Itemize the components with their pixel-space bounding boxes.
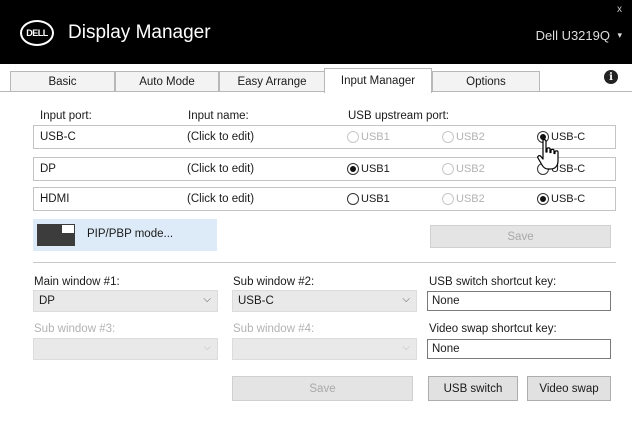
select-value: USB-C [238, 295, 274, 307]
chevron-down-icon: ⌵ [402, 342, 410, 353]
radio-usb2: USB2 [442, 193, 485, 205]
radio-circle [537, 193, 549, 205]
tab-input-manager[interactable]: Input Manager [324, 68, 432, 93]
radio-circle [347, 131, 359, 143]
chevron-down-icon: ⌵ [402, 294, 410, 305]
header-usb-upstream: USB upstream port: [348, 110, 449, 122]
video-swap-shortcut-label: Video swap shortcut key: [429, 323, 557, 335]
chevron-down-icon: ⌵ [203, 342, 211, 353]
radio-usb1[interactable]: USB1 [347, 163, 390, 175]
sub-window-3-label: Sub window #3: [34, 323, 116, 335]
pip-pbp-mode-button[interactable]: PIP/PBP mode... [33, 219, 217, 251]
radio-usb2: USB2 [442, 163, 485, 175]
radio-label: USB2 [456, 193, 485, 205]
usb-switch-shortcut-label: USB switch shortcut key: [429, 276, 557, 288]
header-input-name: Input name: [188, 110, 249, 122]
radio-label: USB2 [456, 163, 485, 175]
video-swap-shortcut-input[interactable]: None [427, 339, 611, 359]
usb-switch-button[interactable]: USB switch [428, 376, 518, 401]
radio-usb2: USB2 [442, 131, 485, 143]
logo-text: DELL [26, 28, 48, 38]
input-name-cell[interactable]: (Click to edit) [187, 163, 254, 175]
sub-window-4-select: ⌵ [232, 338, 417, 360]
input-name-cell[interactable]: (Click to edit) [187, 131, 254, 143]
tab-options[interactable]: Options [432, 71, 540, 92]
input-name-cell[interactable]: (Click to edit) [187, 193, 254, 205]
radio-label: USB1 [361, 193, 390, 205]
radio-circle [442, 131, 454, 143]
table-row: HDMI (Click to edit) USB1 USB2 USB-C [33, 187, 616, 211]
radio-usb1[interactable]: USB1 [347, 193, 390, 205]
main-window-1-label: Main window #1: [34, 276, 120, 288]
monitor-selector[interactable]: Dell U3219Q [536, 28, 610, 43]
table-row: DP (Click to edit) USB1 USB2 USB-C [33, 157, 616, 181]
pip-pbp-label: PIP/PBP mode... [87, 228, 174, 240]
hand-cursor-icon [537, 139, 559, 170]
input-value: None [432, 343, 460, 355]
input-port-cell: USB-C [40, 131, 76, 143]
radio-circle [442, 193, 454, 205]
radio-usb1: USB1 [347, 131, 390, 143]
radio-label: USB2 [456, 131, 485, 143]
close-icon[interactable]: x [617, 4, 622, 15]
chevron-down-icon: ⌵ [203, 294, 211, 305]
title-bar: DELL Display Manager x Dell U3219Q ▾ [0, 0, 632, 64]
app-title: Display Manager [68, 22, 211, 43]
radio-label: USB-C [551, 193, 586, 205]
radio-circle [347, 163, 359, 175]
divider [33, 262, 616, 263]
sub-window-3-select: ⌵ [33, 338, 218, 360]
pip-layout-icon [37, 224, 75, 246]
header-input-port: Input port: [40, 110, 92, 122]
sub-window-2-label: Sub window #2: [233, 276, 315, 288]
sub-window-2-select[interactable]: USB-C ⌵ [232, 290, 417, 312]
radio-usbc[interactable]: USB-C [537, 193, 585, 205]
tab-basic[interactable]: Basic [10, 71, 115, 92]
radio-circle [347, 193, 359, 205]
chevron-down-icon[interactable]: ▾ [617, 30, 622, 41]
video-swap-button[interactable]: Video swap [527, 376, 611, 401]
select-value: DP [39, 295, 55, 307]
tab-bar: Basic Auto Mode Easy Arrange Input Manag… [0, 64, 632, 93]
save-button: Save [430, 225, 611, 248]
input-port-cell: HDMI [40, 193, 70, 205]
sub-window-4-label: Sub window #4: [233, 323, 315, 335]
save-windows-button: Save [232, 376, 413, 401]
input-port-cell: DP [40, 163, 56, 175]
radio-label: USB1 [361, 131, 390, 143]
dell-logo: DELL [20, 20, 54, 46]
radio-label: USB1 [361, 163, 390, 175]
tab-auto-mode[interactable]: Auto Mode [115, 71, 219, 92]
table-row: USB-C (Click to edit) USB1 USB2 USB-C [33, 125, 616, 149]
usb-switch-shortcut-input[interactable]: None [427, 291, 611, 311]
pip-subwindow [61, 224, 75, 234]
main-window-1-select[interactable]: DP ⌵ [33, 290, 218, 312]
input-value: None [432, 295, 460, 307]
tab-easy-arrange[interactable]: Easy Arrange [219, 71, 325, 92]
info-icon[interactable]: i [604, 70, 618, 84]
radio-circle [442, 163, 454, 175]
